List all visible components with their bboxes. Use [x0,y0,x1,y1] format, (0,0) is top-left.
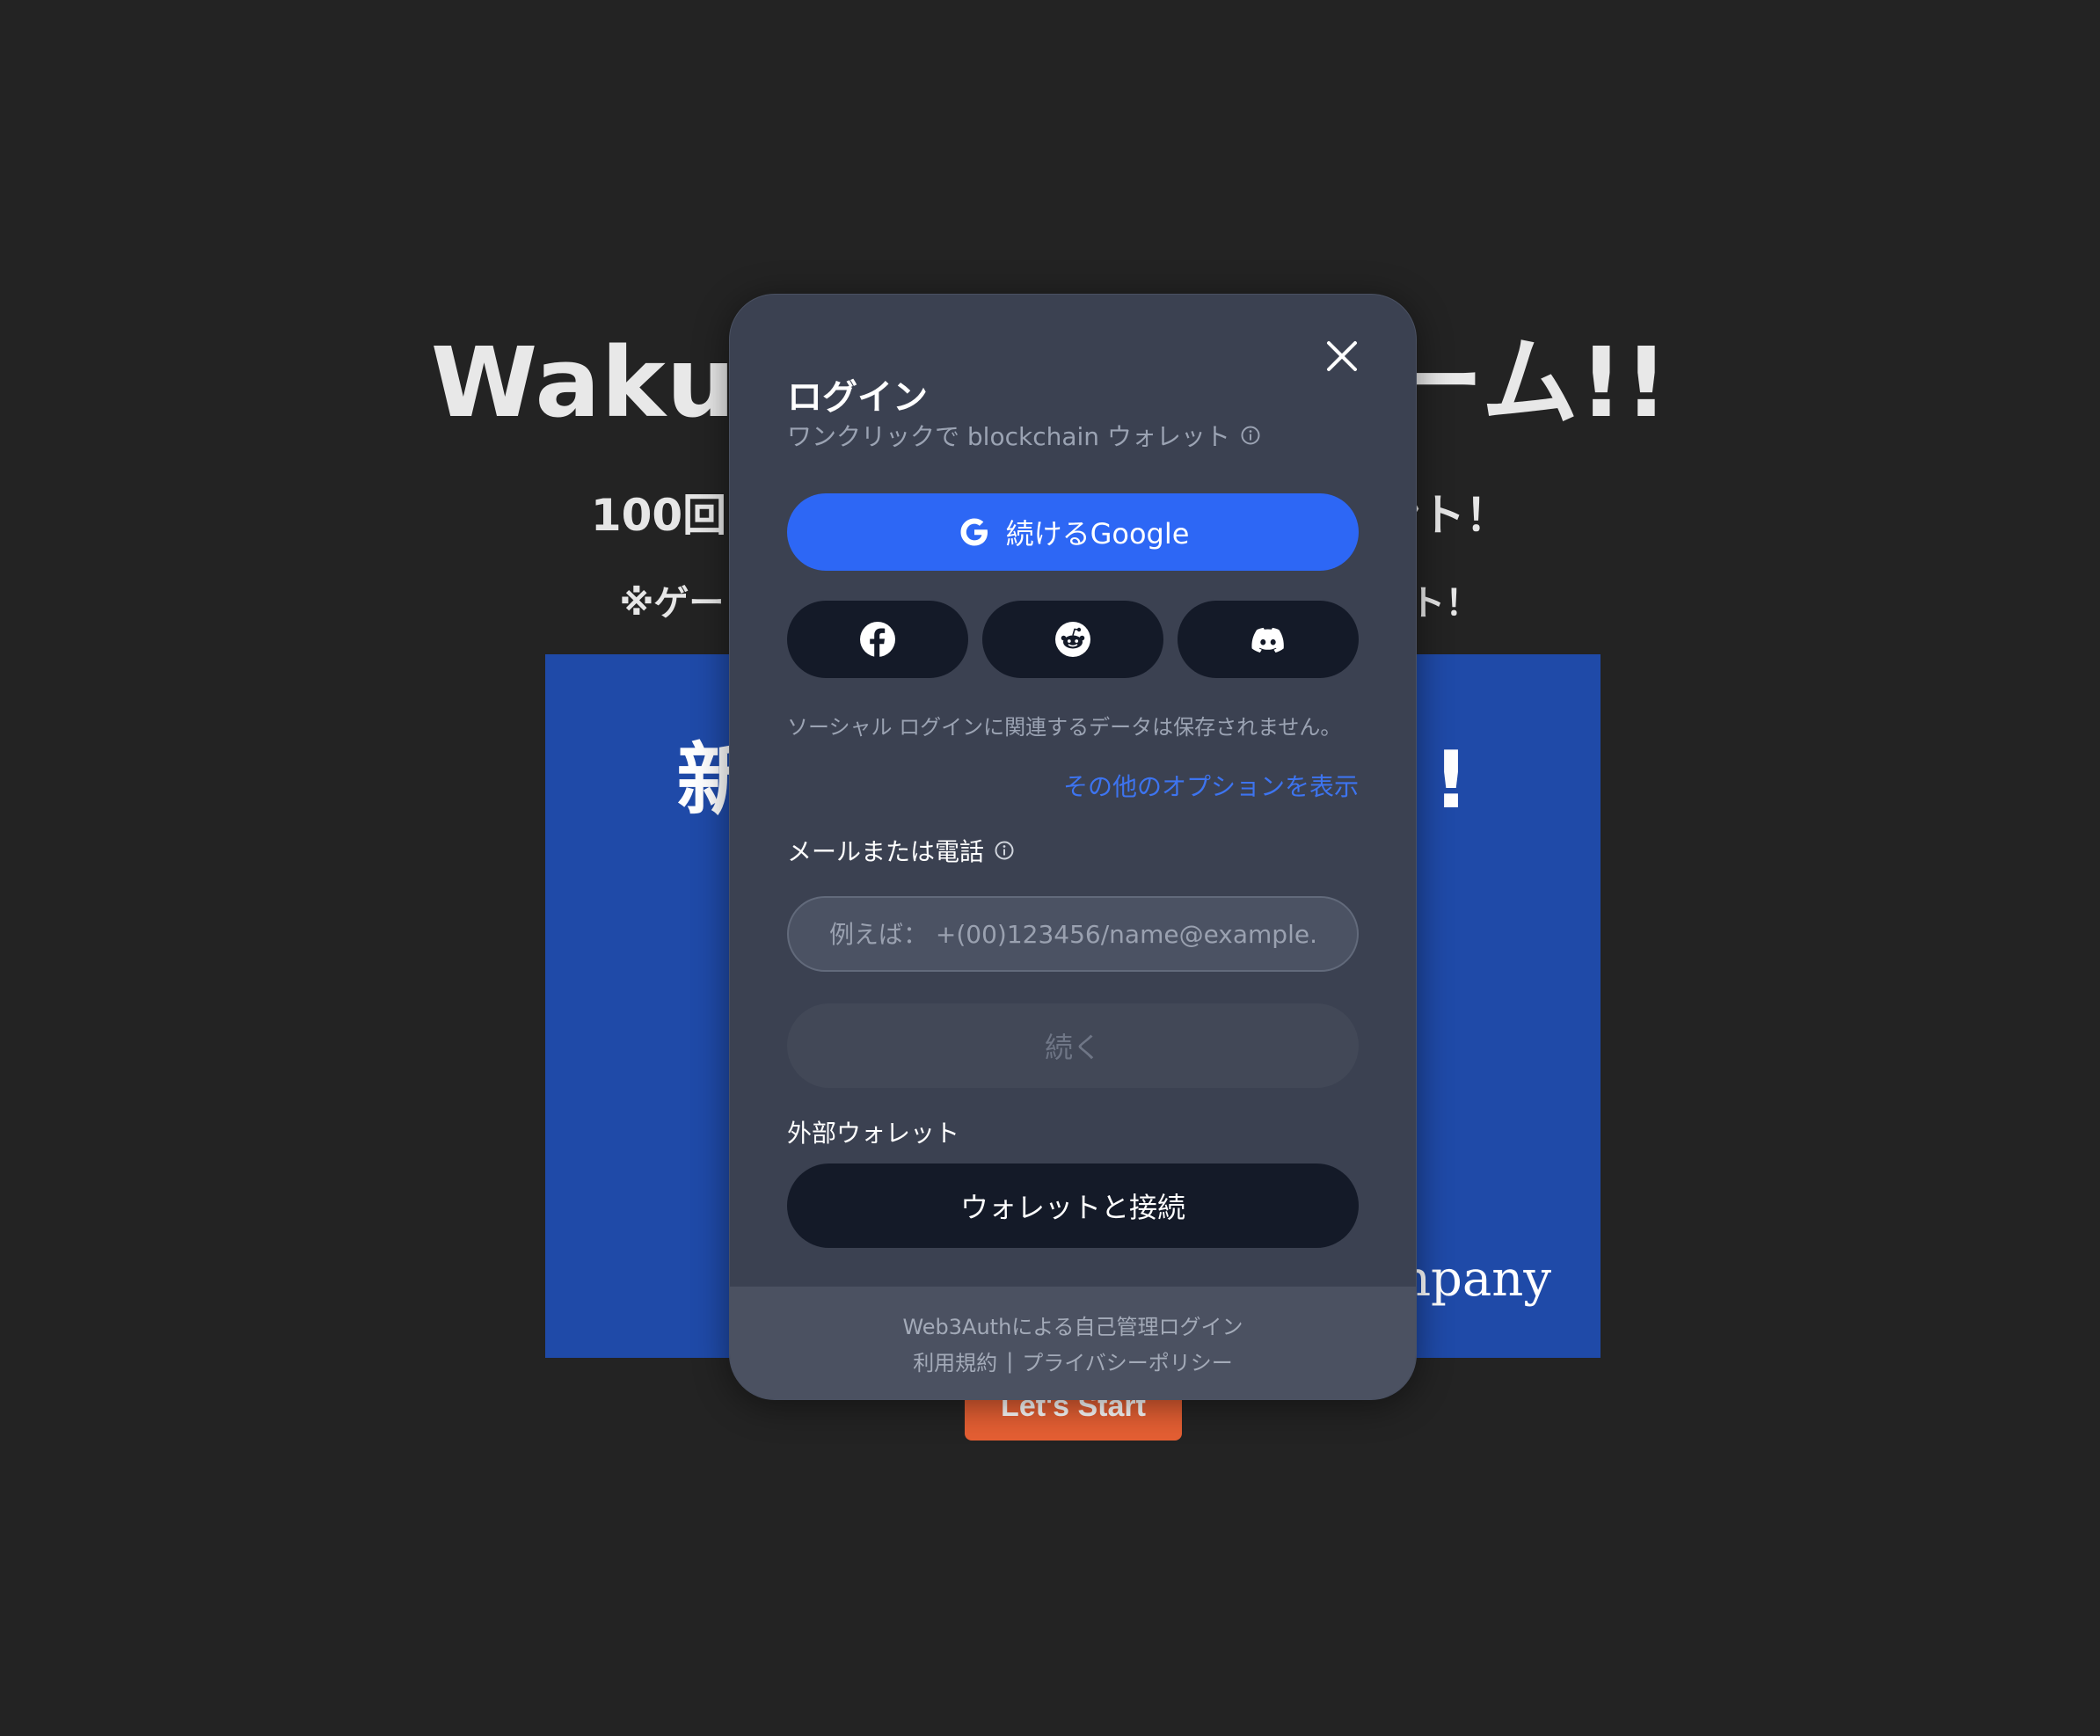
modal-title: ログイン [787,377,928,418]
discord-login-button[interactable] [1178,601,1359,678]
social-privacy-note: ソーシャル ログインに関連するデータは保存されません。 [787,715,1342,740]
contact-field-label: メールまたは電話 [787,833,1014,868]
more-options-link[interactable]: その他のオプションを表示 [1063,768,1359,803]
google-icon [957,514,992,550]
terms-link[interactable]: 利用規約 [913,1346,997,1376]
info-icon[interactable] [995,841,1014,860]
footer-links: 利用規約 | プライバシーポリシー [913,1346,1233,1376]
facebook-icon [860,622,895,657]
contact-label-text: メールまたは電話 [787,837,985,866]
google-login-button[interactable]: 続けるGoogle [787,493,1359,571]
modal-subtitle-text: ワンクリックで blockchain ウォレット [787,422,1230,451]
connect-wallet-button[interactable]: ウォレットと接続 [787,1163,1359,1248]
modal-footer: Web3Authによる自己管理ログイン 利用規約 | プライバシーポリシー [730,1287,1416,1399]
external-wallet-label: 外部ウォレット [787,1119,960,1148]
continue-button[interactable]: 続く [787,1003,1359,1088]
privacy-policy-link[interactable]: プライバシーポリシー [1022,1346,1233,1376]
facebook-login-button[interactable] [787,601,968,678]
login-modal: ログイン ワンクリックで blockchain ウォレット 続けるGoogle [729,294,1417,1400]
close-icon [1327,341,1357,371]
email-or-phone-input[interactable] [787,896,1359,972]
reddit-icon [1055,622,1090,657]
powered-by-text: Web3Authによる自己管理ログイン [902,1315,1243,1339]
close-button[interactable] [1317,332,1367,381]
google-button-label: 続けるGoogle [1005,517,1190,551]
discord-icon [1251,627,1284,653]
reddit-login-button[interactable] [982,601,1163,678]
social-login-row [787,601,1359,678]
modal-subtitle: ワンクリックで blockchain ウォレット [787,418,1260,453]
footer-separator: | [1006,1348,1014,1374]
info-icon[interactable] [1241,426,1260,445]
